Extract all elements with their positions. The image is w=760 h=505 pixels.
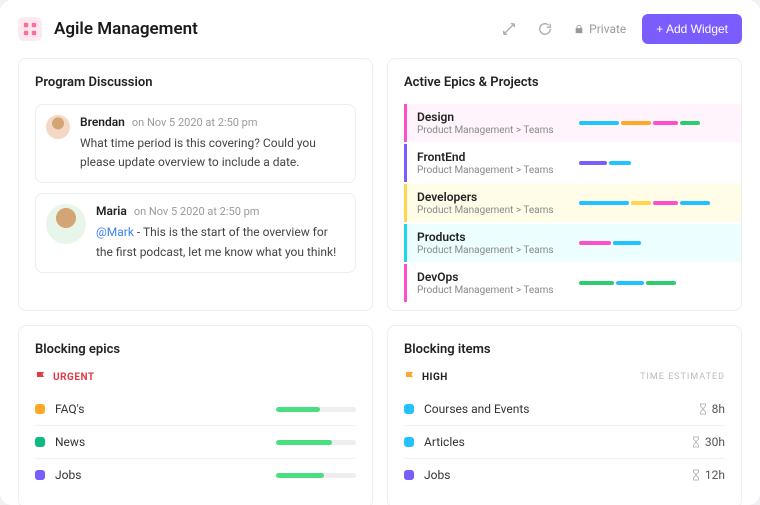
epic-row[interactable]: DevelopersProduct Management > Teams: [404, 184, 741, 222]
epic-breadcrumb: Product Management > Teams: [417, 165, 579, 176]
color-square-icon: [404, 404, 414, 414]
epic-progress-bars: [579, 241, 729, 245]
card-title: Program Discussion: [35, 75, 356, 90]
app-logo[interactable]: [18, 17, 42, 41]
privacy-label: Private: [589, 22, 626, 36]
privacy-badge: Private: [568, 22, 632, 36]
comment-author: Brendan: [80, 115, 125, 129]
epic-breadcrumb: Product Management > Teams: [417, 285, 579, 296]
blocking-epics-card: Blocking epics URGENT FAQ's News Jobs: [18, 325, 373, 505]
comment-item[interactable]: Brendan on Nov 5 2020 at 2:50 pm What ti…: [35, 104, 356, 183]
comment-item[interactable]: Maria on Nov 5 2020 at 2:50 pm @Mark - T…: [35, 193, 356, 272]
epic-breadcrumb: Product Management > Teams: [417, 125, 579, 136]
epic-name: Developers: [417, 190, 579, 204]
epic-progress-bars: [579, 201, 729, 205]
blocking-epic-row[interactable]: FAQ's: [35, 393, 356, 426]
blocking-epic-name: News: [55, 435, 266, 449]
avatar: [46, 204, 86, 244]
epics-card: Active Epics & Projects DesignProduct Ma…: [387, 58, 742, 311]
epic-breadcrumb: Product Management > Teams: [417, 205, 579, 216]
comment-author: Maria: [96, 204, 127, 218]
expand-icon[interactable]: [496, 16, 522, 42]
epic-row[interactable]: FrontEndProduct Management > Teams: [404, 144, 741, 182]
hourglass-icon: [691, 436, 701, 448]
time-estimated: 8h: [698, 402, 725, 416]
blocking-item-name: Jobs: [424, 468, 681, 482]
blocking-epic-row[interactable]: News: [35, 426, 356, 459]
card-title: Blocking epics: [35, 342, 356, 357]
epic-progress-bars: [579, 281, 729, 285]
blocking-item-row[interactable]: Courses and Events 8h: [404, 393, 725, 426]
refresh-icon[interactable]: [532, 16, 558, 42]
comment-time: on Nov 5 2020 at 2:50 pm: [132, 116, 258, 129]
blocking-item-row[interactable]: Jobs 12h: [404, 459, 725, 491]
progress-bar: [276, 473, 356, 478]
blocking-epic-name: Jobs: [55, 468, 266, 482]
epic-progress-bars: [579, 161, 729, 165]
epic-row[interactable]: DesignProduct Management > Teams: [404, 104, 741, 142]
urgent-label: URGENT: [35, 371, 356, 383]
epic-progress-bars: [579, 121, 729, 125]
time-estimated: 30h: [691, 435, 725, 449]
blocking-item-name: Articles: [424, 435, 681, 449]
hourglass-icon: [698, 403, 708, 415]
comment-time: on Nov 5 2020 at 2:50 pm: [134, 205, 260, 218]
progress-bar: [276, 440, 356, 445]
flag-icon: [404, 371, 416, 383]
color-square-icon: [404, 437, 414, 447]
progress-bar: [276, 407, 356, 412]
high-label: HIGH: [404, 371, 448, 383]
flag-icon: [35, 371, 47, 383]
blocking-item-row[interactable]: Articles 30h: [404, 426, 725, 459]
add-widget-button[interactable]: + Add Widget: [642, 14, 742, 44]
mention[interactable]: @Mark: [96, 225, 134, 239]
comment-text: What time period is this covering? Could…: [80, 134, 345, 172]
comment-text: @Mark - This is the start of the overvie…: [96, 223, 345, 261]
color-square-icon: [35, 470, 45, 480]
epic-breadcrumb: Product Management > Teams: [417, 245, 579, 256]
epic-name: FrontEnd: [417, 150, 579, 164]
blocking-items-card: Blocking items HIGH TIME ESTIMATED Cours…: [387, 325, 742, 505]
discussion-card: Program Discussion Brendan on Nov 5 2020…: [18, 58, 373, 311]
avatar: [46, 115, 70, 139]
time-estimated: 12h: [691, 468, 725, 482]
blocking-item-name: Courses and Events: [424, 402, 688, 416]
epic-name: Design: [417, 110, 579, 124]
color-square-icon: [35, 437, 45, 447]
blocking-epic-row[interactable]: Jobs: [35, 459, 356, 491]
epic-row[interactable]: ProductsProduct Management > Teams: [404, 224, 741, 262]
epic-name: Products: [417, 230, 579, 244]
blocking-epic-name: FAQ's: [55, 402, 266, 416]
lock-icon: [574, 24, 584, 34]
epic-name: DevOps: [417, 270, 579, 284]
card-title: Active Epics & Projects: [404, 75, 741, 90]
card-title: Blocking items: [404, 342, 725, 357]
time-column-label: TIME ESTIMATED: [640, 372, 725, 382]
page-title: Agile Management: [54, 19, 484, 39]
color-square-icon: [404, 470, 414, 480]
epic-row[interactable]: DevOpsProduct Management > Teams: [404, 264, 741, 302]
hourglass-icon: [691, 469, 701, 481]
color-square-icon: [35, 404, 45, 414]
